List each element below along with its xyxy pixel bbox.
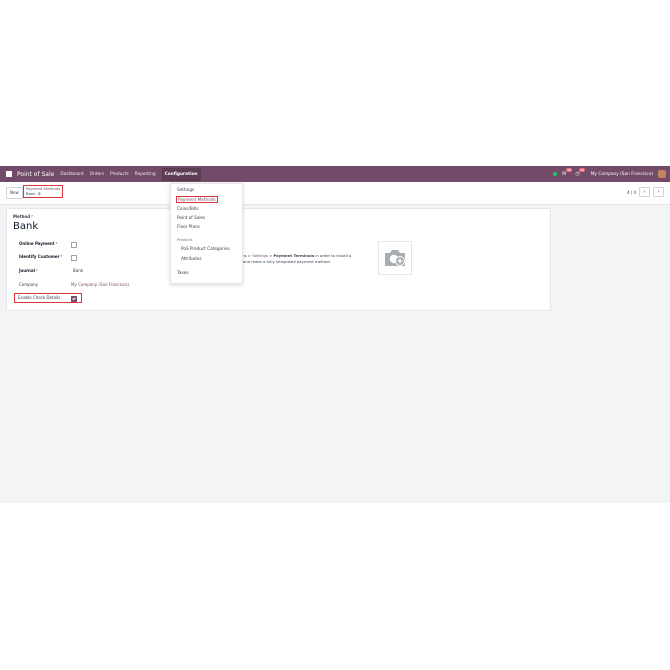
online-payment-label: Online Payment? (19, 241, 57, 246)
company-field[interactable]: My Company (San Francisco) (71, 282, 129, 287)
menu-item-attributes[interactable]: Attributes (181, 256, 202, 261)
menu-item-settings[interactable]: Settings (177, 187, 194, 192)
camera-plus-icon (385, 250, 405, 266)
method-label: Method? (13, 214, 33, 219)
systray: ✉ 10 ◷ 34 My Company (San Francisco) (553, 166, 666, 182)
pager: 4 / 4 ‹ › (627, 187, 664, 197)
settings-link[interactable]: Settings (252, 253, 268, 258)
journal-field[interactable]: Bank (73, 268, 83, 273)
pager-value: 4 / 4 (627, 189, 636, 195)
journal-label: Journal? (19, 268, 38, 273)
identify-customer-label: Identify Customer? (19, 254, 62, 259)
online-payment-label-text: Online Payment (19, 241, 55, 246)
identify-customer-label-text: Identify Customer (19, 254, 60, 259)
check-details-checkbox[interactable] (71, 295, 77, 302)
app-title[interactable]: Point of Sale (17, 171, 54, 178)
apps-grid-icon[interactable] (6, 171, 12, 177)
menu-item-payment-methods[interactable]: Payment Methods (176, 196, 218, 203)
status-dot-icon (553, 172, 558, 176)
menu-reporting[interactable]: Reporting (135, 172, 156, 177)
menu-item-point-of-sales[interactable]: Point of Sales (177, 215, 205, 220)
menu-configuration[interactable]: Configuration (161, 167, 201, 181)
new-button[interactable]: New (6, 187, 23, 199)
menu-item-floor-plans[interactable]: Floor Plans (177, 224, 200, 229)
menu-item-pos-product-categories[interactable]: PoS Product Categories (181, 246, 230, 251)
pager-previous-button[interactable]: ‹ (639, 187, 650, 197)
breadcrumb: Payment Methods Bank ⚙ (23, 185, 64, 199)
form-sheet: Method? Bank Online Payment? Identify Cu… (6, 208, 551, 311)
breadcrumb-current: Bank ⚙ (26, 190, 60, 197)
top-navbar: Point of Sale Dashboard Orders Products … (0, 166, 670, 182)
menu-dashboard[interactable]: Dashboard (60, 172, 83, 177)
user-avatar[interactable] (658, 170, 666, 178)
configuration-dropdown: Settings Payment Methods Coins/Bills Poi… (170, 183, 243, 284)
identify-customer-checkbox[interactable] (71, 254, 77, 261)
online-payment-checkbox[interactable] (71, 241, 77, 248)
activity-badge: 34 (579, 168, 586, 172)
info-line-2: and make a fully integrated payment meth… (243, 259, 331, 264)
check-details-label: Enable Check Details (18, 295, 61, 300)
method-label-text: Method (13, 214, 31, 219)
menu-orders[interactable]: Orders (90, 172, 104, 177)
journal-label-text: Journal (19, 268, 35, 273)
payment-terminals-info: ons > Settings > Payment Terminals in or… (240, 253, 351, 265)
activity-clock-icon[interactable]: ◷ 34 (575, 168, 586, 177)
menu-section-products: Products (177, 238, 193, 242)
record-title[interactable]: Bank (13, 221, 38, 232)
payment-terminals-text: Payment Terminals (273, 253, 315, 258)
company-switcher[interactable]: My Company (San Francisco) (591, 172, 653, 177)
help-icon[interactable]: ? (61, 254, 63, 258)
breadcrumb-current-label: Bank (26, 190, 36, 196)
image-upload[interactable] (378, 241, 412, 275)
company-label: Company (19, 282, 39, 287)
pos-screen: Point of Sale Dashboard Orders Products … (0, 166, 670, 503)
chat-badge: 10 (566, 168, 572, 172)
pager-next-button[interactable]: › (653, 187, 664, 197)
menu-products[interactable]: Products (110, 172, 129, 177)
menu-item-coins-bills[interactable]: Coins/Bills (177, 206, 198, 211)
help-icon[interactable]: ? (36, 268, 38, 272)
help-icon[interactable]: ? (31, 214, 33, 218)
menu-item-taxes[interactable]: Taxes (177, 270, 189, 275)
chat-icon[interactable]: ✉ 10 (562, 168, 572, 177)
info-suffix: in order to install a (314, 253, 352, 258)
control-panel: New Payment Methods Bank ⚙ 4 / 4 ‹ › (0, 182, 670, 205)
help-icon[interactable]: ? (56, 241, 58, 245)
gear-icon[interactable]: ⚙ (38, 191, 41, 196)
